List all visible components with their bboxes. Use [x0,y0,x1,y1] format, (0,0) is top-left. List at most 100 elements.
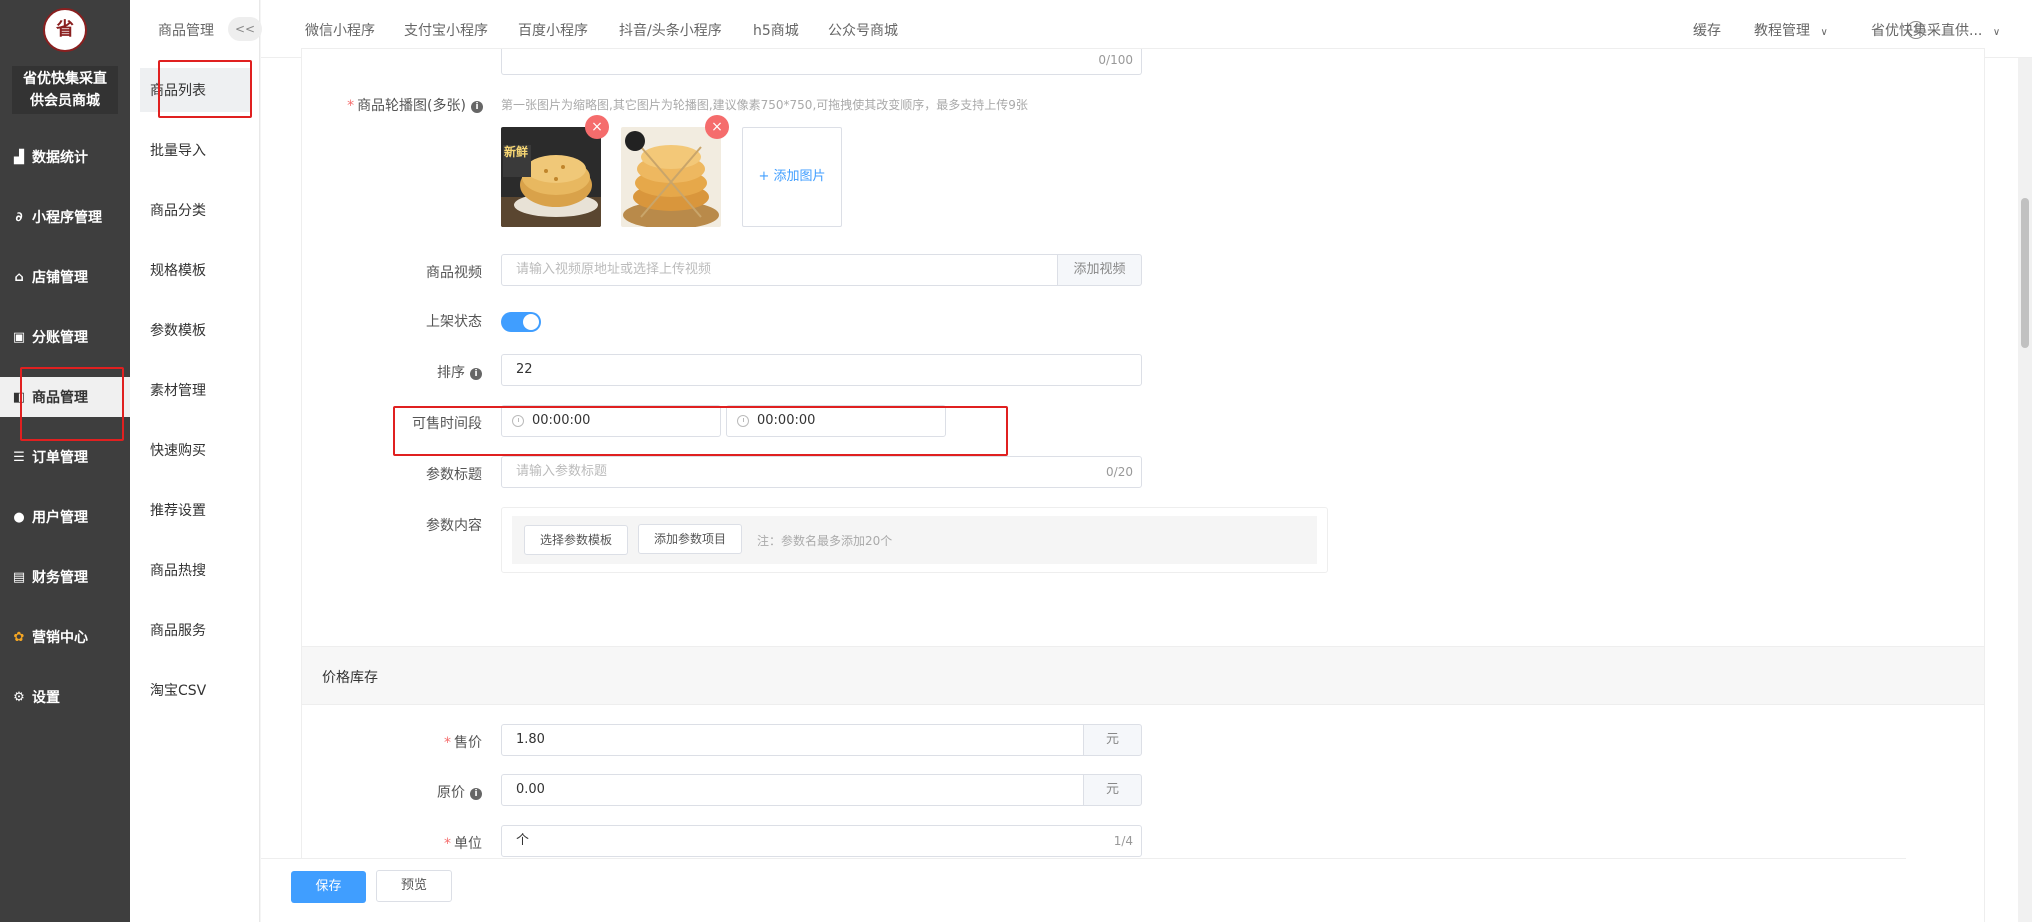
required-mark: * [444,836,451,852]
scroll-thumb[interactable] [2021,198,2029,348]
add-video-button[interactable]: 添加视频 [1057,254,1142,286]
video-url-input[interactable]: 请输入视频原地址或选择上传视频 [501,254,1058,286]
sidebar-item-label: 分账管理 [32,330,88,346]
sidebar-item-label: 数据统计 [32,150,88,166]
info-icon: i [471,101,483,113]
submenu-item-quick-buy[interactable]: 快速购买 [140,428,252,472]
submenu-item-material[interactable]: 素材管理 [140,368,252,412]
param-content-label: 参数内容 [426,518,482,534]
sidebar-item-ledger[interactable]: ▣ 分账管理 [0,317,130,357]
carousel-image-2[interactable] [621,127,721,227]
param-title-input[interactable]: 请输入参数标题 0/20 [501,456,1142,488]
account-label: 省优快集采直供... [1871,23,1983,39]
status-toggle[interactable] [501,312,541,332]
param-content-inner: 选择参数模板 添加参数项目 注：参数名最多添加20个 [512,516,1317,564]
sort-input[interactable]: 22 [501,354,1142,386]
keyword-input[interactable]: 0/100 [501,49,1142,75]
sidebar-item-orders[interactable]: ☰ 订单管理 [0,437,130,477]
submenu-item-param-template[interactable]: 参数模板 [140,308,252,352]
original-price-label-text: 原价 [437,785,465,801]
tutorial-menu[interactable]: 教程管理 ∨ [1754,20,1828,40]
main-sidebar: 省 省优快集采直 供会员商城 ▟ 数据统计 ∂ 小程序管理 ⌂ 店铺管理 ▣ 分… [0,0,130,922]
cache-button[interactable]: 缓存 [1693,20,1721,40]
main-content: 0/100 * 商品轮播图(多张) i 第一张图片为缩略图,其它图片为轮播图,建议像… [261,48,2032,922]
unit-label-text: 单位 [454,836,482,852]
sidebar-item-label: 店铺管理 [32,270,88,286]
tab-douyin-miniprogram[interactable]: 抖音/头条小程序 [619,20,722,40]
original-price-input[interactable]: 0.00 [501,774,1084,806]
unit-input[interactable]: 个 1/4 [501,825,1142,857]
clock-icon [737,415,749,427]
page-scrollbar[interactable] [2018,58,2032,922]
sale-time-start-input[interactable]: 00:00:00 [501,405,721,437]
required-mark: * [347,98,355,114]
sidebar-item-label: 小程序管理 [32,210,102,226]
brand-name-line2: 供会员商城 [30,93,100,109]
param-note: 注：参数名最多添加20个 [757,534,893,548]
sidebar-item-label: 财务管理 [32,570,88,586]
link-icon: ∂ [15,209,23,225]
submenu: 商品管理 商品列表 批量导入 商品分类 规格模板 参数模板 素材管理 快速购买 … [130,0,260,922]
add-param-item-button[interactable]: 添加参数项目 [638,524,742,554]
food-image-1 [501,127,601,227]
submenu-title: 商品管理 [158,23,214,39]
sale-price-label-text: 售价 [454,735,482,751]
tab-alipay-miniprogram[interactable]: 支付宝小程序 [404,20,488,40]
original-price-unit: 元 [1083,774,1142,806]
tab-h5-mall[interactable]: h5商城 [753,20,799,40]
param-title-counter: 0/20 [1106,465,1133,479]
tab-baidu-miniprogram[interactable]: 百度小程序 [518,20,588,40]
goods-icon: ◧ [12,389,26,405]
sidebar-item-settings[interactable]: ⚙ 设置 [0,677,130,717]
brand-name: 省优快集采直 供会员商城 [12,66,118,114]
basic-info-card: 0/100 * 商品轮播图(多张) i 第一张图片为缩略图,其它图片为轮播图,建议像… [301,48,1985,680]
section-header: 价格库存 [302,647,1984,705]
sale-time-start-value: 00:00:00 [532,413,591,428]
sale-price-input[interactable]: 1.80 [501,724,1084,756]
sidebar-item-data-stats[interactable]: ▟ 数据统计 [0,137,130,177]
tab-wechat-miniprogram[interactable]: 微信小程序 [305,20,375,40]
video-label: 商品视频 [426,265,482,281]
delete-image-2-button[interactable]: × [705,115,729,139]
clock-icon [512,415,524,427]
tab-official-account-mall[interactable]: 公众号商城 [828,20,898,40]
delete-image-1-button[interactable]: × [585,115,609,139]
add-image-button[interactable]: + 添加图片 [742,127,842,227]
gear-icon: ⚙ [13,689,25,705]
store-icon: ⌂ [14,269,24,285]
sidebar-item-store[interactable]: ⌂ 店铺管理 [0,257,130,297]
sidebar-item-finance[interactable]: ▤ 财务管理 [0,557,130,597]
sale-price-unit: 元 [1083,724,1142,756]
sidebar-item-goods[interactable]: ◧ 商品管理 [0,377,130,417]
submenu-item-hot-search[interactable]: 商品热搜 [140,548,252,592]
sale-time-end-value: 00:00:00 [757,413,816,428]
sidebar-item-marketing[interactable]: ✿ 营销中心 [0,617,130,657]
chart-icon: ▟ [14,149,24,165]
collapse-button[interactable]: << [228,17,262,41]
info-icon: i [470,368,482,380]
submenu-item-recommend[interactable]: 推荐设置 [140,488,252,532]
carousel-image-1[interactable]: 新鲜 [501,127,601,227]
select-param-template-button[interactable]: 选择参数模板 [524,525,628,555]
image-caption: 新鲜 [504,145,529,159]
submenu-item-service[interactable]: 商品服务 [140,608,252,652]
sidebar-item-label: 用户管理 [32,510,88,526]
sidebar-item-miniprogram[interactable]: ∂ 小程序管理 [0,197,130,237]
submenu-item-spec-template[interactable]: 规格模板 [140,248,252,292]
submenu-item-taobao-csv[interactable]: 淘宝CSV [140,668,252,712]
brand: 省 省优快集采直 供会员商城 [0,0,130,125]
ledger-icon: ▣ [12,329,26,345]
toggle-knob [523,314,539,330]
keyword-counter: 0/100 [1098,53,1133,67]
save-button[interactable]: 保存 [291,871,366,903]
submenu-item-goods-list[interactable]: 商品列表 [140,68,252,112]
sidebar-item-users[interactable]: ● 用户管理 [0,497,130,537]
submenu-item-batch-import[interactable]: 批量导入 [140,128,252,172]
preview-button[interactable]: 预览 [376,870,452,902]
sale-price-label: * 售价 [262,732,482,752]
account-menu[interactable]: 省优快集采直供... ∨ [1871,20,2000,40]
section-title: 价格库存 [322,670,378,686]
submenu-item-category[interactable]: 商品分类 [140,188,252,232]
chevron-down-icon: ∨ [1820,27,1828,38]
sale-time-end-input[interactable]: 00:00:00 [726,405,946,437]
